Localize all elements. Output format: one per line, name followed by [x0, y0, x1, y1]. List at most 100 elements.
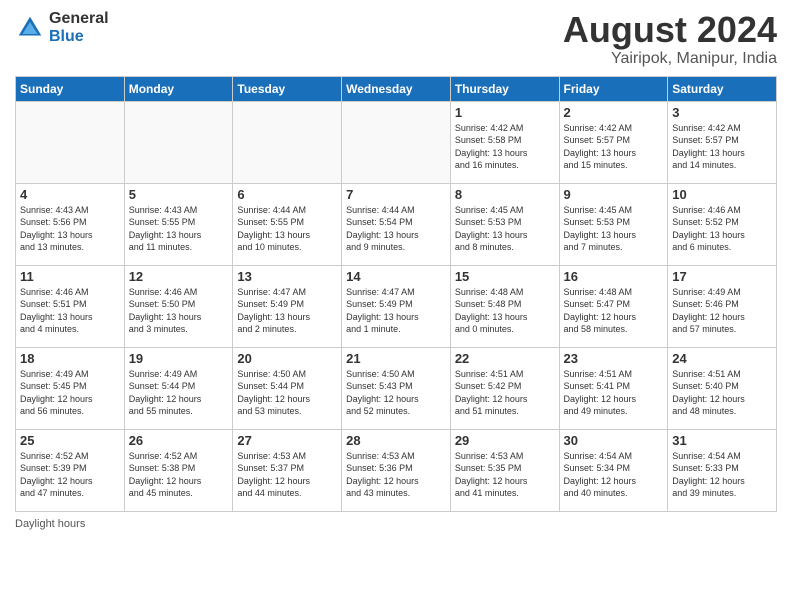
day-number: 28 — [346, 433, 446, 448]
day-number: 26 — [129, 433, 229, 448]
day-info: Sunrise: 4:51 AM Sunset: 5:42 PM Dayligh… — [455, 368, 555, 418]
day-cell — [342, 101, 451, 183]
day-number: 20 — [237, 351, 337, 366]
day-info: Sunrise: 4:51 AM Sunset: 5:40 PM Dayligh… — [672, 368, 772, 418]
day-number: 9 — [564, 187, 664, 202]
day-info: Sunrise: 4:50 AM Sunset: 5:44 PM Dayligh… — [237, 368, 337, 418]
day-cell: 17 Sunrise: 4:49 AM Sunset: 5:46 PM Dayli… — [668, 265, 777, 347]
day-cell: 26 Sunrise: 4:52 AM Sunset: 5:38 PM Dayli… — [124, 429, 233, 511]
day-cell: 23Sunrise: 4:51 AM Sunset: 5:41 PM Dayli… — [559, 347, 668, 429]
day-cell: 13 Sunrise: 4:47 AM Sunset: 5:49 PM Dayli… — [233, 265, 342, 347]
col-saturday: Saturday — [668, 76, 777, 101]
day-cell: 9 Sunrise: 4:45 AM Sunset: 5:53 PM Daylig… — [559, 183, 668, 265]
day-number: 17 — [672, 269, 772, 284]
day-info: Sunrise: 4:53 AM Sunset: 5:35 PM Dayligh… — [455, 450, 555, 500]
day-cell: 19 Sunrise: 4:49 AM Sunset: 5:44 PM Dayli… — [124, 347, 233, 429]
day-info: Sunrise: 4:44 AM Sunset: 5:55 PM Dayligh… — [237, 204, 337, 254]
day-number: 19 — [129, 351, 229, 366]
day-cell: 1Sunrise: 4:42 AM Sunset: 5:58 PM Daylig… — [450, 101, 559, 183]
day-cell: 3Sunrise: 4:42 AM Sunset: 5:57 PM Daylig… — [668, 101, 777, 183]
day-cell: 16Sunrise: 4:48 AM Sunset: 5:47 PM Dayli… — [559, 265, 668, 347]
footer: Daylight hours — [15, 518, 777, 530]
day-info: Sunrise: 4:53 AM Sunset: 5:36 PM Dayligh… — [346, 450, 446, 500]
day-info: Sunrise: 4:54 AM Sunset: 5:34 PM Dayligh… — [564, 450, 664, 500]
col-tuesday: Tuesday — [233, 76, 342, 101]
day-cell: 8 Sunrise: 4:45 AM Sunset: 5:53 PM Daylig… — [450, 183, 559, 265]
day-number: 7 — [346, 187, 446, 202]
title-block: August 2024 Yairipok, Manipur, India — [563, 10, 777, 68]
header-row: Sunday Monday Tuesday Wednesday Thursday… — [16, 76, 777, 101]
day-number: 8 — [455, 187, 555, 202]
day-info: Sunrise: 4:45 AM Sunset: 5:53 PM Dayligh… — [455, 204, 555, 254]
day-number: 24 — [672, 351, 772, 366]
day-info: Sunrise: 4:47 AM Sunset: 5:49 PM Dayligh… — [237, 286, 337, 336]
col-friday: Friday — [559, 76, 668, 101]
day-cell: 7Sunrise: 4:44 AM Sunset: 5:54 PM Daylig… — [342, 183, 451, 265]
week-row-1: 4Sunrise: 4:43 AM Sunset: 5:56 PM Daylig… — [16, 183, 777, 265]
day-info: Sunrise: 4:49 AM Sunset: 5:45 PM Dayligh… — [20, 368, 120, 418]
logo-general-text: General — [49, 10, 109, 28]
page: General Blue August 2024 Yairipok, Manip… — [0, 0, 792, 612]
day-cell: 14Sunrise: 4:47 AM Sunset: 5:49 PM Dayli… — [342, 265, 451, 347]
day-info: Sunrise: 4:49 AM Sunset: 5:44 PM Dayligh… — [129, 368, 229, 418]
day-number: 6 — [237, 187, 337, 202]
day-number: 3 — [672, 105, 772, 120]
day-cell: 20 Sunrise: 4:50 AM Sunset: 5:44 PM Dayli… — [233, 347, 342, 429]
week-row-2: 11 Sunrise: 4:46 AM Sunset: 5:51 PM Dayli… — [16, 265, 777, 347]
logo-icon — [15, 13, 45, 43]
day-cell: 18Sunrise: 4:49 AM Sunset: 5:45 PM Dayli… — [16, 347, 125, 429]
day-cell: 21 Sunrise: 4:50 AM Sunset: 5:43 PM Dayli… — [342, 347, 451, 429]
logo-blue-text: Blue — [49, 28, 109, 46]
day-cell: 10 Sunrise: 4:46 AM Sunset: 5:52 PM Dayli… — [668, 183, 777, 265]
day-info: Sunrise: 4:50 AM Sunset: 5:43 PM Dayligh… — [346, 368, 446, 418]
day-number: 22 — [455, 351, 555, 366]
subtitle: Yairipok, Manipur, India — [563, 50, 777, 68]
day-cell: 30 Sunrise: 4:54 AM Sunset: 5:34 PM Dayli… — [559, 429, 668, 511]
col-sunday: Sunday — [16, 76, 125, 101]
col-monday: Monday — [124, 76, 233, 101]
day-info: Sunrise: 4:42 AM Sunset: 5:58 PM Dayligh… — [455, 122, 555, 172]
day-number: 29 — [455, 433, 555, 448]
logo-text: General Blue — [49, 10, 109, 45]
day-cell: 28 Sunrise: 4:53 AM Sunset: 5:36 PM Dayli… — [342, 429, 451, 511]
day-number: 23 — [564, 351, 664, 366]
week-row-4: 25 Sunrise: 4:52 AM Sunset: 5:39 PM Dayli… — [16, 429, 777, 511]
day-cell: 2 Sunrise: 4:42 AM Sunset: 5:57 PM Daylig… — [559, 101, 668, 183]
col-wednesday: Wednesday — [342, 76, 451, 101]
day-number: 13 — [237, 269, 337, 284]
day-info: Sunrise: 4:52 AM Sunset: 5:39 PM Dayligh… — [20, 450, 120, 500]
day-number: 11 — [20, 269, 120, 284]
day-number: 2 — [564, 105, 664, 120]
day-cell: 31Sunrise: 4:54 AM Sunset: 5:33 PM Dayli… — [668, 429, 777, 511]
day-cell: 27Sunrise: 4:53 AM Sunset: 5:37 PM Dayli… — [233, 429, 342, 511]
day-cell: 12Sunrise: 4:46 AM Sunset: 5:50 PM Dayli… — [124, 265, 233, 347]
day-info: Sunrise: 4:42 AM Sunset: 5:57 PM Dayligh… — [564, 122, 664, 172]
day-cell: 25 Sunrise: 4:52 AM Sunset: 5:39 PM Dayli… — [16, 429, 125, 511]
logo: General Blue — [15, 10, 109, 45]
day-info: Sunrise: 4:46 AM Sunset: 5:51 PM Dayligh… — [20, 286, 120, 336]
day-number: 10 — [672, 187, 772, 202]
day-number: 31 — [672, 433, 772, 448]
day-number: 21 — [346, 351, 446, 366]
day-cell — [124, 101, 233, 183]
day-info: Sunrise: 4:47 AM Sunset: 5:49 PM Dayligh… — [346, 286, 446, 336]
main-title: August 2024 — [563, 10, 777, 50]
day-number: 30 — [564, 433, 664, 448]
week-row-0: 1Sunrise: 4:42 AM Sunset: 5:58 PM Daylig… — [16, 101, 777, 183]
day-info: Sunrise: 4:46 AM Sunset: 5:52 PM Dayligh… — [672, 204, 772, 254]
day-number: 4 — [20, 187, 120, 202]
day-number: 16 — [564, 269, 664, 284]
col-thursday: Thursday — [450, 76, 559, 101]
day-cell: 11 Sunrise: 4:46 AM Sunset: 5:51 PM Dayli… — [16, 265, 125, 347]
day-info: Sunrise: 4:45 AM Sunset: 5:53 PM Dayligh… — [564, 204, 664, 254]
day-info: Sunrise: 4:52 AM Sunset: 5:38 PM Dayligh… — [129, 450, 229, 500]
day-cell: 6 Sunrise: 4:44 AM Sunset: 5:55 PM Daylig… — [233, 183, 342, 265]
day-cell: 5Sunrise: 4:43 AM Sunset: 5:55 PM Daylig… — [124, 183, 233, 265]
day-number: 5 — [129, 187, 229, 202]
day-number: 25 — [20, 433, 120, 448]
day-info: Sunrise: 4:48 AM Sunset: 5:48 PM Dayligh… — [455, 286, 555, 336]
day-cell — [16, 101, 125, 183]
day-info: Sunrise: 4:49 AM Sunset: 5:46 PM Dayligh… — [672, 286, 772, 336]
day-cell — [233, 101, 342, 183]
calendar-table: Sunday Monday Tuesday Wednesday Thursday… — [15, 76, 777, 512]
